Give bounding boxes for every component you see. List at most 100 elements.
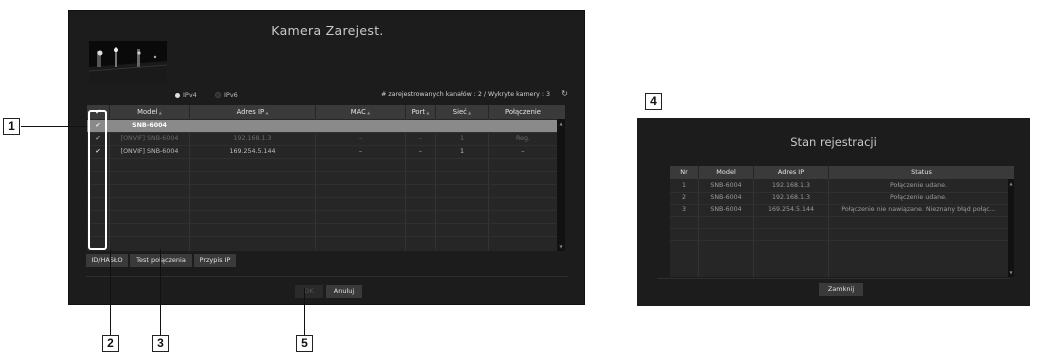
header-network[interactable]: Sieć ▲ xyxy=(436,105,488,119)
header-model: Model xyxy=(699,166,753,179)
table-row[interactable]: ✔ [ONVIF] SNB-6004 169.254.5.144 – – 1 – xyxy=(87,146,557,158)
table-row[interactable]: ✔ [ONVIF] SNB-6004 192.168.1.3 – – 1 Reg… xyxy=(87,133,557,145)
close-button[interactable]: Zamknij xyxy=(819,283,863,296)
registration-status-dialog: Stan rejestracji Nr Model Adres IP Statu… xyxy=(637,118,1030,306)
cell-ip: 192.168.1.3 xyxy=(771,182,811,189)
header-connection[interactable]: Połączenie xyxy=(489,105,557,119)
cell-mac: – xyxy=(358,148,363,155)
sort-arrow-icon: ▲ xyxy=(466,110,472,115)
cell-model: [ONVIF] SNB-6004 xyxy=(120,135,179,142)
divider xyxy=(657,278,1010,279)
callout-1: 1 xyxy=(3,118,20,135)
registration-summary: # zarejestrowanych kanałów : 2 / Wykryte… xyxy=(381,91,550,98)
table-row: 3 SNB-6004 169.254.5.144 Połączenie nie … xyxy=(670,204,1008,216)
radio-unselected-icon xyxy=(215,92,221,98)
cell-ip: 192.168.1.3 xyxy=(771,194,811,201)
callout-line xyxy=(110,249,111,335)
row-divider xyxy=(87,158,557,159)
header-ip: Adres IP xyxy=(754,166,828,179)
ok-button[interactable]: OK xyxy=(295,285,323,298)
sort-arrow-icon: ▲ xyxy=(425,110,430,115)
cell-connection: Reg. xyxy=(516,135,530,142)
row-divider xyxy=(87,171,557,172)
row-divider xyxy=(670,216,1008,217)
camera-table: ✔ Model ▲ Adres IP ▲ MAC ▲ Port ▲ Sieć ▲… xyxy=(87,105,565,251)
callout-2: 2 xyxy=(102,335,119,352)
table-row: 2 SNB-6004 192.168.1.3 Połączenie udane. xyxy=(670,192,1008,204)
row-divider xyxy=(670,192,1008,193)
camera-preview-thumbnail xyxy=(89,41,167,83)
cell-mac xyxy=(316,120,405,132)
cell-ip: 192.168.1.3 xyxy=(233,135,272,142)
row-divider xyxy=(670,228,1008,229)
row-divider xyxy=(670,204,1008,205)
header-port[interactable]: Port ▲ xyxy=(406,105,435,119)
scroll-up-icon[interactable]: ▲ xyxy=(1008,181,1014,186)
sort-arrow-icon: ▲ xyxy=(365,110,371,115)
cell-ip xyxy=(190,120,315,132)
row-divider xyxy=(87,236,557,237)
connection-test-button[interactable]: Test połączenia xyxy=(130,254,192,267)
id-password-button[interactable]: ID/HASŁO xyxy=(86,254,128,267)
cell-network: 1 xyxy=(459,135,464,142)
header-model[interactable]: Model ▲ xyxy=(110,105,189,119)
cell-ip: 169.254.5.144 xyxy=(767,206,815,213)
cell-model: SNB-6004 xyxy=(710,182,742,189)
ip-assign-button[interactable]: Przypis IP xyxy=(194,254,236,267)
refresh-icon[interactable]: ↻ xyxy=(561,89,568,98)
table-row: 1 SNB-6004 192.168.1.3 Połączenie udane. xyxy=(670,180,1008,192)
row-divider xyxy=(670,240,1008,241)
callout-line xyxy=(21,126,87,127)
header-spacer xyxy=(557,105,565,119)
cell-model: SNB-6004 xyxy=(710,206,742,213)
cell-nr: 1 xyxy=(681,182,686,189)
scroll-up-icon[interactable]: ▲ xyxy=(557,121,565,126)
radio-ipv6[interactable]: IPv6 xyxy=(215,91,238,99)
cell-port: – xyxy=(418,148,423,155)
table-row[interactable]: ✔ SNB-6004 xyxy=(87,120,557,132)
row-divider xyxy=(87,184,557,185)
scroll-down-icon[interactable]: ▼ xyxy=(1008,270,1014,275)
cell-model: SNB-6004 xyxy=(710,194,742,201)
cell-status: Połączenie nie nawiązane. Nieznany błąd … xyxy=(841,206,996,213)
callout-3: 3 xyxy=(152,335,169,352)
cell-connection: – xyxy=(521,148,525,155)
sort-arrow-icon: ▲ xyxy=(264,110,269,115)
cell-network xyxy=(436,120,488,132)
radio-selected-icon xyxy=(175,92,180,98)
header-mac[interactable]: MAC ▲ xyxy=(316,105,405,119)
cell-network: 1 xyxy=(459,148,464,155)
header-status: Status xyxy=(829,166,1014,179)
table-scrollbar[interactable]: ▲ ▼ xyxy=(1008,179,1014,277)
radio-ipv4[interactable]: IPv4 xyxy=(175,91,197,99)
scroll-down-icon[interactable]: ▼ xyxy=(557,244,565,249)
callout-line xyxy=(160,249,161,335)
dialog-title: Kamera Zarejest. xyxy=(271,23,384,38)
status-table: Nr Model Adres IP Status 1 SNB-6004 192.… xyxy=(670,166,1014,277)
cell-port: – xyxy=(418,135,423,142)
dialog-title: Stan rejestracji xyxy=(790,135,877,149)
row-divider xyxy=(87,197,557,198)
header-nr: Nr xyxy=(670,166,698,179)
divider xyxy=(86,276,568,277)
cell-ip: 169.254.5.144 xyxy=(229,148,276,155)
cell-nr: 3 xyxy=(681,206,686,213)
cell-mac: – xyxy=(358,135,363,142)
callout-4: 4 xyxy=(645,93,662,110)
cell-model: SNB-6004 xyxy=(132,122,167,129)
table-scrollbar[interactable]: ▲ ▼ xyxy=(557,119,565,251)
header-ip[interactable]: Adres IP ▲ xyxy=(190,105,315,119)
cell-port xyxy=(406,120,435,132)
cell-status: Połączenie udane. xyxy=(889,182,948,189)
callout-5: 5 xyxy=(296,335,313,352)
row-divider xyxy=(87,210,557,211)
camera-register-dialog: Kamera Zarejest. IPv4 IPv6 # zarejestrow… xyxy=(68,10,585,305)
cancel-button[interactable]: Anuluj xyxy=(326,285,362,298)
cell-nr: 2 xyxy=(681,194,686,201)
sort-arrow-icon: ▲ xyxy=(157,110,162,115)
cell-status: Połączenie udane. xyxy=(889,194,948,201)
row-divider xyxy=(87,223,557,224)
cell-model: [ONVIF] SNB-6004 xyxy=(120,148,179,155)
callout-line xyxy=(304,288,305,335)
checkbox-column-highlight xyxy=(88,110,107,250)
